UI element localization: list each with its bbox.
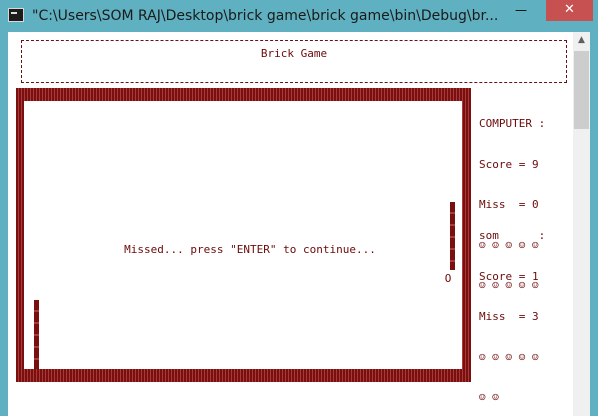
status-message: Missed... press "ENTER" to continue... xyxy=(124,243,376,256)
game-title: Brick Game xyxy=(260,47,328,60)
console-icon[interactable] xyxy=(8,8,24,22)
player-lives-row-1: ☺ ☺ ☺ ☺ ☺ xyxy=(479,350,539,364)
vertical-scrollbar[interactable]: ▲ xyxy=(573,32,590,416)
computer-name: COMPUTER : xyxy=(479,117,546,130)
window-frame-left xyxy=(0,32,8,416)
player-lives-row-2: ☺ ☺ xyxy=(479,391,499,404)
ball: O xyxy=(444,272,452,285)
title-bar[interactable]: "C:\Users\SOM RAJ\Desktop\brick game\bri… xyxy=(0,0,598,32)
player-score-panel: som : Score = 1 Miss = 3 ☺ ☺ ☺ ☺ ☺ ☺ ☺ xyxy=(479,202,545,416)
computer-score: Score = 9 xyxy=(479,157,539,171)
arrow-up-icon[interactable]: ▲ xyxy=(573,32,590,49)
scroll-thumb[interactable] xyxy=(574,51,589,129)
player-score: Score = 1 xyxy=(479,269,539,283)
play-field xyxy=(24,101,462,369)
computer-paddle xyxy=(450,202,455,270)
player-name: som : xyxy=(479,229,546,242)
minimize-button[interactable]: — xyxy=(508,0,534,21)
play-field-border xyxy=(16,88,471,382)
close-button[interactable]: ✕ xyxy=(546,0,593,21)
game-header: Brick Game xyxy=(21,40,567,83)
window-frame-right xyxy=(590,32,598,416)
player-miss: Miss = 3 xyxy=(479,310,539,323)
window-title: "C:\Users\SOM RAJ\Desktop\brick game\bri… xyxy=(32,8,499,24)
player-paddle xyxy=(34,300,39,369)
